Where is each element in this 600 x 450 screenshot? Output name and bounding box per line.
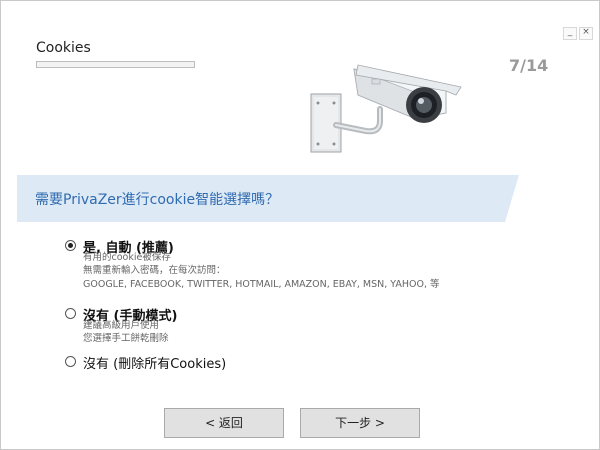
security-camera-icon	[310, 64, 462, 153]
option-auto-desc-2: 無需重新輸入密碼，在每次訪問：	[83, 265, 226, 276]
progress-bar	[36, 61, 195, 68]
window-controls: _ ×	[563, 27, 593, 40]
radio-auto[interactable]	[65, 240, 76, 251]
minimize-button[interactable]: _	[563, 27, 577, 40]
radio-delete-all[interactable]	[65, 356, 76, 367]
question-text: 需要PrivaZer進行cookie智能選擇嗎？	[35, 192, 280, 208]
radio-manual[interactable]	[65, 308, 76, 319]
option-manual-desc-2: 您選擇手工餅乾刪除	[83, 333, 169, 344]
page-title: Cookies	[36, 40, 91, 56]
back-button[interactable]: < 返回	[164, 408, 284, 438]
next-button[interactable]: 下一步 >	[300, 408, 420, 438]
close-button[interactable]: ×	[579, 27, 593, 40]
question-banner: 需要PrivaZer進行cookie智能選擇嗎？	[17, 175, 519, 222]
option-auto-desc-1: 有用的cookie被保存	[83, 252, 171, 263]
option-delete-all-label: 沒有 (刪除所有Cookies)	[83, 357, 227, 372]
wizard-window: _ × Cookies 7/14 需要PrivaZer進行cookie智能選擇嗎…	[0, 0, 600, 450]
step-counter: 7/14	[509, 56, 549, 75]
option-manual-desc-1: 建議高級用戶使用	[83, 320, 160, 331]
option-auto-desc-3: GOOGLE, FACEBOOK, TWITTER, HOTMAIL, AMAZ…	[83, 279, 440, 290]
